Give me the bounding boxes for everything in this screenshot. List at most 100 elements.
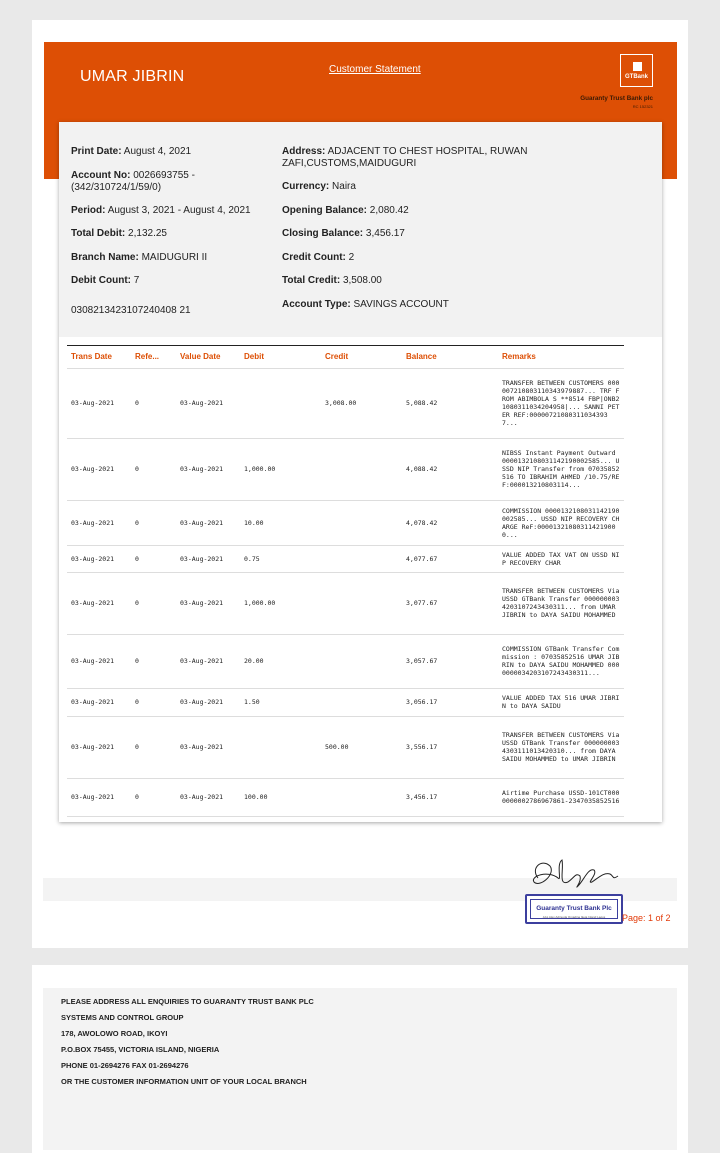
cell-trans-date: 03-Aug-2021 xyxy=(67,572,131,635)
account-info-panel: Print Date: August 4, 2021 Account No: 0… xyxy=(59,122,662,337)
statement-period: Period: August 3, 2021 - August 4, 2021 xyxy=(71,205,251,216)
cell-remarks: COMMISSION GTBank Transfer Commission : … xyxy=(498,634,624,689)
cell-value-date: 03-Aug-2021 xyxy=(176,716,240,779)
enquiry-line: P.O.BOX 75455, VICTORIA ISLAND, NIGERIA xyxy=(61,1045,220,1054)
cell-trans-date: 03-Aug-2021 xyxy=(67,438,131,501)
enquiry-line: SYSTEMS AND CONTROL GROUP xyxy=(61,1013,184,1022)
column-header-remarks: Remarks xyxy=(498,346,624,369)
cell-balance: 5,088.42 xyxy=(402,368,498,439)
credit-count: Credit Count: 2 xyxy=(282,252,355,263)
cell-credit: 3,008.00 xyxy=(321,368,402,439)
cell-value-date: 03-Aug-2021 xyxy=(176,438,240,501)
cell-remarks: NIBSS Instant Payment Outward 0000132108… xyxy=(498,438,624,501)
signature-icon xyxy=(532,859,619,888)
cell-reference: 0 xyxy=(131,500,176,546)
cell-credit xyxy=(321,572,402,635)
customer-statement-link[interactable]: Customer Statement xyxy=(329,64,421,75)
cell-debit: 0.75 xyxy=(240,545,321,573)
cell-value-date: 03-Aug-2021 xyxy=(176,500,240,546)
cell-reference: 0 xyxy=(131,368,176,439)
page-number: Page: 1 of 2 xyxy=(622,913,671,923)
cell-credit xyxy=(321,500,402,546)
cell-remarks: TRANSFER BETWEEN CUSTOMERS Via USSD GTBa… xyxy=(498,716,624,779)
column-header-trans-date: Trans Date xyxy=(67,346,131,369)
total-debit: Total Debit: 2,132.25 xyxy=(71,228,167,239)
cell-reference: 0 xyxy=(131,438,176,501)
cell-remarks: TRANSFER BETWEEN CUSTOMERS Via USSD GTBa… xyxy=(498,572,624,635)
cell-trans-date: 03-Aug-2021 xyxy=(67,688,131,717)
cell-balance: 4,088.42 xyxy=(402,438,498,501)
cell-value-date: 03-Aug-2021 xyxy=(176,778,240,817)
cell-credit xyxy=(321,634,402,689)
table-row: 03-Aug-2021 0 03-Aug-2021 1,000.00 4,088.42 N… xyxy=(67,438,624,501)
cell-balance: 3,556.17 xyxy=(402,716,498,779)
cell-trans-date: 03-Aug-2021 xyxy=(67,778,131,817)
cell-remarks: VALUE ADDED TAX VAT ON USSD NIP RECOVERY… xyxy=(498,545,624,573)
transactions-table: Trans Date Refe... Value Date Debit Credit Ba… xyxy=(67,346,624,817)
cell-debit xyxy=(240,716,321,779)
cell-credit xyxy=(321,778,402,817)
cell-value-date: 03-Aug-2021 xyxy=(176,634,240,689)
cell-trans-date: 03-Aug-2021 xyxy=(67,500,131,546)
bank-name: Guaranty Trust Bank plc xyxy=(580,95,653,102)
cell-value-date: 03-Aug-2021 xyxy=(176,545,240,573)
cell-credit: 500.00 xyxy=(321,716,402,779)
statement-card: Print Date: August 4, 2021 Account No: 0… xyxy=(59,122,662,822)
table-row: 03-Aug-2021 0 03-Aug-2021 500.00 3,556.17 TRA… xyxy=(67,716,624,779)
enquiry-line: 178, AWOLOWO ROAD, IKOYI xyxy=(61,1029,168,1038)
account-holder-name: UMAR JIBRIN xyxy=(80,68,185,85)
statement-page-1: UMAR JIBRIN Customer Statement GTBank Gu… xyxy=(32,20,688,948)
account-number: Account No: 0026693755 - (342/310724/1/5… xyxy=(71,170,195,193)
cell-credit xyxy=(321,438,402,501)
cell-value-date: 03-Aug-2021 xyxy=(176,688,240,717)
cell-balance: 3,057.67 xyxy=(402,634,498,689)
statement-reference: 0308213423107240408 21 xyxy=(71,305,191,316)
enquiries-address-block: PLEASE ADDRESS ALL ENQUIRIES TO GUARANTY… xyxy=(43,988,677,1150)
cell-value-date: 03-Aug-2021 xyxy=(176,368,240,439)
cell-debit xyxy=(240,368,321,439)
cell-reference: 0 xyxy=(131,778,176,817)
table-row: 03-Aug-2021 0 03-Aug-2021 1.50 3,056.17 VALUE… xyxy=(67,688,624,717)
column-header-credit: Credit xyxy=(321,346,402,369)
cell-reference: 0 xyxy=(131,716,176,779)
gtbank-logo-icon: GTBank xyxy=(620,54,653,87)
cell-debit: 1,000.00 xyxy=(240,572,321,635)
table-row: 03-Aug-2021 0 03-Aug-2021 100.00 3,456.17 Air… xyxy=(67,778,624,817)
account-type: Account Type: SAVINGS ACCOUNT xyxy=(282,299,449,310)
cell-remarks: COMMISSION 000013210803114219000258​5...… xyxy=(498,500,624,546)
cell-balance: 3,456.17 xyxy=(402,778,498,817)
cell-reference: 0 xyxy=(131,634,176,689)
column-header-value-date: Value Date xyxy=(176,346,240,369)
cell-trans-date: 03-Aug-2021 xyxy=(67,545,131,573)
table-body: 03-Aug-2021 0 03-Aug-2021 3,008.00 5,088.42 T… xyxy=(67,368,624,817)
total-credit: Total Credit: 3,508.00 xyxy=(282,275,382,286)
closing-balance: Closing Balance: 3,456.17 xyxy=(282,228,405,239)
cell-balance: 4,077.67 xyxy=(402,545,498,573)
cell-debit: 1,000.00 xyxy=(240,438,321,501)
cell-reference: 0 xyxy=(131,688,176,717)
enquiry-line: PHONE 01-2694276 FAX 01-2694276 xyxy=(61,1061,189,1070)
statement-page-2: PLEASE ADDRESS ALL ENQUIRIES TO GUARANTY… xyxy=(32,965,688,1153)
cell-remarks: TRANSFER BETWEEN CUSTOMERS 0000072108031… xyxy=(498,368,624,439)
print-date: Print Date: August 4, 2021 xyxy=(71,146,192,157)
cell-credit xyxy=(321,545,402,573)
cell-balance: 3,056.17 xyxy=(402,688,498,717)
cell-balance: 4,078.42 xyxy=(402,500,498,546)
column-header-balance: Balance xyxy=(402,346,498,369)
cell-debit: 1.50 xyxy=(240,688,321,717)
debit-count: Debit Count: 7 xyxy=(71,275,140,286)
cell-remarks: Airtime Purchase USSD-101CT0000000002786… xyxy=(498,778,624,817)
cell-debit: 10.00 xyxy=(240,500,321,546)
bank-registration: RC 152321 xyxy=(632,104,653,109)
cell-credit xyxy=(321,688,402,717)
branch-name: Branch Name: MAIDUGURI II xyxy=(71,252,208,263)
enquiry-line: OR THE CUSTOMER INFORMATION UNIT OF YOUR… xyxy=(61,1077,307,1086)
column-header-debit: Debit xyxy=(240,346,321,369)
cell-value-date: 03-Aug-2021 xyxy=(176,572,240,635)
opening-balance: Opening Balance: 2,080.42 xyxy=(282,205,409,216)
cell-balance: 3,077.67 xyxy=(402,572,498,635)
bank-stamp: Guaranty Trust Bank Plc AAL Alex Adinuola… xyxy=(525,894,623,924)
table-row: 03-Aug-2021 0 03-Aug-2021 0.75 4,077.67 VALUE… xyxy=(67,545,624,573)
cell-trans-date: 03-Aug-2021 xyxy=(67,716,131,779)
table-row: 03-Aug-2021 0 03-Aug-2021 1,000.00 3,077.67 T… xyxy=(67,572,624,635)
